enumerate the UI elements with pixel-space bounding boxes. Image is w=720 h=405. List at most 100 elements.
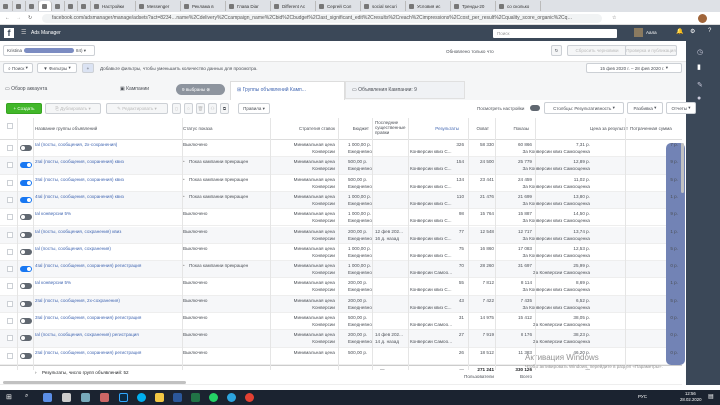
adset-name-link[interactable]: Ial (посты, сообщения, сохранения) (35, 246, 180, 251)
excel-icon[interactable] (191, 393, 200, 402)
table-row[interactable]: 2Ial (посты, сообщения, 2х-сохранения) Вы… (0, 295, 682, 313)
audience-icon[interactable]: ⚇ (208, 103, 217, 114)
word-icon[interactable] (173, 393, 182, 402)
adset-name-link[interactable]: 3Ial (посты, сообщения, сохранения) реги… (35, 315, 180, 320)
browser-tab[interactable]: Условия ис (406, 1, 451, 11)
selected-filter-chip[interactable]: 9 выбраны ⊗ (176, 84, 225, 95)
columns-dropdown[interactable]: Столбцы: Результативность ▾ (544, 102, 624, 114)
browser-tab[interactable]: со сколько (496, 1, 541, 11)
delete-icon[interactable]: 🗑 (196, 103, 205, 114)
tab-ad-sets[interactable]: ⊞ Группы объявлений Камп... (230, 81, 345, 100)
column-header[interactable]: Цена за результат (590, 126, 628, 131)
row-checkbox[interactable] (7, 214, 13, 221)
row-checkbox[interactable] (7, 162, 13, 169)
column-header[interactable]: Потраченная сумма (630, 126, 672, 131)
reports-dropdown[interactable]: Отчеты ▾ (666, 102, 696, 114)
account-selector[interactable]: Kristina 84) ▾ (3, 45, 95, 56)
row-checkbox[interactable] (7, 318, 13, 324)
start-icon[interactable]: ⊞ (6, 393, 12, 401)
adset-name-link[interactable]: Ial конверсии 5% (35, 211, 180, 216)
adset-toggle[interactable] (20, 162, 32, 169)
vertical-scrollbar[interactable] (681, 143, 684, 193)
adset-toggle[interactable] (20, 179, 32, 186)
table-row[interactable]: 3Ial (посты, сообщения, сохранения) реги… (0, 313, 682, 331)
browser-tab[interactable]: Messenger (136, 1, 181, 11)
skype-icon[interactable] (137, 393, 146, 402)
help-icon[interactable]: ? (708, 28, 711, 34)
ab-test-icon[interactable]: ▯ (172, 103, 181, 114)
chrome-icon[interactable] (245, 393, 254, 402)
row-checkbox[interactable] (7, 283, 13, 290)
browser-tab[interactable] (65, 1, 78, 11)
browser-tab[interactable]: Реклама в (181, 1, 226, 11)
adset-name-link[interactable]: Ial (посты, сообщения, сохранения) квиз (35, 229, 180, 234)
calculator-icon[interactable] (62, 393, 71, 402)
duplicate-button[interactable]: ⎘ Дублировать ▾ (45, 103, 101, 114)
edit-button[interactable]: ✎ Редактировать ▾ (106, 103, 168, 114)
select-all-checkbox[interactable] (7, 123, 13, 129)
bookmark-star-icon[interactable]: ☆ (612, 15, 616, 21)
column-header[interactable]: Статус показа (183, 126, 213, 131)
browser-tab[interactable]: Сергей Сол (316, 1, 361, 11)
browser-tab[interactable]: Настройки (91, 1, 136, 11)
refresh-button[interactable]: ↻ (551, 45, 562, 56)
table-row[interactable]: 4Ial (посты, сообщения, сохранения) реги… (0, 261, 682, 279)
row-checkbox[interactable] (7, 266, 13, 273)
adset-toggle[interactable] (20, 214, 32, 221)
menu-icon[interactable]: ☰ (21, 29, 26, 36)
adset-toggle[interactable] (20, 266, 32, 273)
rules-dropdown[interactable]: Правила ▾ (238, 103, 270, 114)
column-header[interactable]: Охват (476, 126, 489, 131)
adset-toggle[interactable] (20, 196, 32, 203)
row-checkbox[interactable] (7, 300, 13, 307)
browser-tab[interactable]: Глава Diar (226, 1, 271, 11)
facebook-logo-icon[interactable]: f (4, 28, 14, 38)
row-checkbox[interactable] (7, 335, 13, 342)
search-dropdown[interactable]: ⌕ Поиск ▾ (3, 63, 33, 73)
charts-icon[interactable]: ▮ (697, 63, 701, 71)
notifications-center-icon[interactable]: ▤ (708, 393, 714, 400)
row-checkbox[interactable] (7, 196, 13, 203)
browser-tab[interactable] (52, 1, 65, 11)
browser-tab[interactable] (78, 1, 91, 11)
avatar[interactable] (634, 28, 643, 37)
browser-tab[interactable]: Different Ac (271, 1, 316, 11)
tab-account-overview[interactable]: ▭ Обзор аккаунта (5, 86, 47, 92)
row-checkbox[interactable] (7, 248, 13, 255)
review-publish-button[interactable]: Проверка и публикация (625, 45, 677, 56)
adset-name-link[interactable]: 2Ial (посты, сообщения, сохранения) реги… (35, 350, 180, 355)
column-header[interactable]: Стратегия ставок (299, 126, 335, 131)
language-indicator[interactable]: РУС (638, 394, 647, 399)
discard-drafts-button[interactable]: Сбросить черновики (567, 45, 627, 56)
telegram-icon[interactable] (227, 393, 236, 402)
notifications-icon[interactable]: 🔔 (676, 28, 683, 35)
adset-name-link[interactable]: 2Ial (посты, сообщения, 2х-сохранения) (35, 298, 180, 303)
table-row[interactable]: 3Ial (посты, сообщения, сохранения) квиз… (0, 175, 682, 192)
clock-time[interactable]: 12:56 (685, 391, 696, 396)
browser-tab[interactable] (39, 1, 52, 11)
table-row[interactable]: 2Ial (посты, сообщения, сохранения) квиз… (0, 157, 682, 175)
breakdown-dropdown[interactable]: Разбивка ▾ (627, 102, 663, 114)
browser-tab[interactable] (26, 1, 39, 11)
search-input[interactable]: Поиск (493, 29, 617, 38)
row-checkbox[interactable] (7, 231, 13, 238)
adset-name-link[interactable]: 3Ial (посты, сообщения, сохранения) квиз (35, 177, 180, 182)
adset-toggle[interactable] (20, 352, 32, 359)
user-name[interactable]: Аала (646, 30, 657, 35)
column-header[interactable]: Результаты (435, 126, 459, 131)
adset-toggle[interactable] (20, 248, 32, 255)
whatsapp-icon[interactable] (209, 393, 218, 402)
adset-toggle[interactable] (20, 335, 32, 342)
info-icon[interactable]: ● (697, 95, 701, 102)
browser-tab[interactable] (0, 1, 13, 11)
tab-ads[interactable]: ▭ Объявления Кампании: 9 (345, 81, 465, 99)
adset-name-link[interactable]: Ial конверсии 5% (35, 280, 180, 285)
column-header[interactable]: Показы (513, 126, 529, 131)
photoshop-icon[interactable] (119, 393, 128, 402)
table-row[interactable]: Ial (посты, сообщения, сохранения) Выключ… (0, 244, 682, 262)
table-row[interactable]: Ial конверсии 5% Выключено Минимальная цен… (0, 209, 682, 227)
adset-toggle[interactable] (20, 300, 32, 307)
app-icon[interactable] (81, 393, 90, 402)
explorer-icon[interactable] (155, 393, 164, 402)
adset-name-link[interactable]: 4Ial (посты, сообщения, сохранения) реги… (35, 263, 180, 268)
